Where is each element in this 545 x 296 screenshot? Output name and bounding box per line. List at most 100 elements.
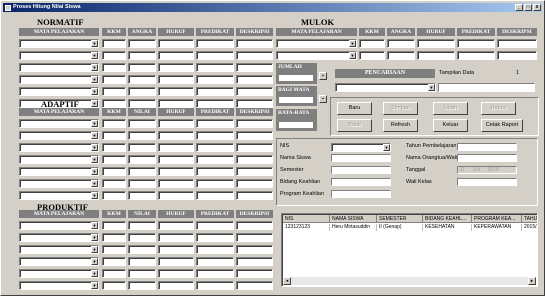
chevron-down-icon[interactable]: ▼	[91, 52, 98, 59]
chevron-down-icon[interactable]: ▼	[91, 222, 98, 229]
normatif-value-cell[interactable]	[102, 99, 126, 108]
grid-column-header[interactable]: NAMA SISWA	[330, 215, 377, 223]
adaptif-value-cell[interactable]	[236, 119, 273, 128]
adaptif-value-cell[interactable]	[128, 191, 156, 200]
grid-cell[interactable]: II (Genap)	[377, 224, 423, 231]
chevron-down-icon[interactable]: ▼	[91, 156, 98, 163]
adaptif-value-cell[interactable]	[158, 179, 194, 188]
adaptif-value-cell[interactable]	[158, 191, 194, 200]
search-input[interactable]	[438, 83, 535, 92]
adaptif-value-cell[interactable]	[158, 167, 194, 176]
produktif-subject-combo[interactable]: ▼	[19, 281, 99, 290]
produktif-subject-combo[interactable]: ▼	[19, 257, 99, 266]
adaptif-value-cell[interactable]	[158, 131, 194, 140]
adaptif-value-cell[interactable]	[158, 143, 194, 152]
chevron-down-icon[interactable]: ▼	[91, 132, 98, 139]
tanggal-picker[interactable]: 11 Juli 2016	[457, 166, 517, 174]
adaptif-value-cell[interactable]	[196, 167, 234, 176]
normatif-value-cell[interactable]	[102, 75, 126, 84]
grid-column-header[interactable]: SEMESTER	[377, 215, 423, 223]
normatif-value-cell[interactable]	[158, 39, 194, 48]
adaptif-value-cell[interactable]	[236, 191, 273, 200]
grid-cell[interactable]: Heru Mirtasuddin	[330, 224, 377, 231]
nis-combo[interactable]: ▼	[331, 143, 391, 152]
produktif-value-cell[interactable]	[236, 257, 273, 266]
chevron-down-icon[interactable]: ▼	[91, 120, 98, 127]
normatif-value-cell[interactable]	[236, 63, 273, 72]
adaptif-value-cell[interactable]	[196, 143, 234, 152]
scroll-left-icon[interactable]: ◄	[283, 277, 291, 285]
produktif-value-cell[interactable]	[158, 269, 194, 278]
chevron-down-icon[interactable]: ▼	[91, 258, 98, 265]
normatif-value-cell[interactable]	[128, 51, 156, 60]
grid-column-header[interactable]: BIDANG KEAHL...	[423, 215, 472, 223]
chevron-down-icon[interactable]: ▼	[91, 282, 98, 289]
grid-column-header[interactable]: NIS	[283, 215, 330, 223]
produktif-value-cell[interactable]	[158, 257, 194, 266]
mulok-value-cell[interactable]	[457, 39, 495, 48]
produktif-value-cell[interactable]	[196, 245, 234, 254]
adaptif-subject-combo[interactable]: ▼	[19, 179, 99, 188]
normatif-value-cell[interactable]	[196, 51, 234, 60]
walikelas-field[interactable]	[457, 178, 517, 186]
adaptif-value-cell[interactable]	[158, 155, 194, 164]
produktif-value-cell[interactable]	[196, 221, 234, 230]
produktif-subject-combo[interactable]: ▼	[19, 221, 99, 230]
produktif-value-cell[interactable]	[196, 281, 234, 290]
chevron-down-icon[interactable]: ▼	[91, 246, 98, 253]
adaptif-value-cell[interactable]	[102, 179, 126, 188]
grid-cell[interactable]: KESEHATAN	[423, 224, 472, 231]
adaptif-subject-combo[interactable]: ▼	[19, 131, 99, 140]
produktif-value-cell[interactable]	[158, 245, 194, 254]
produktif-value-cell[interactable]	[236, 245, 273, 254]
chevron-down-icon[interactable]: ▼	[91, 100, 98, 107]
grid-column-header[interactable]: PROGRAM KEA...	[472, 215, 522, 223]
adaptif-subject-combo[interactable]: ▼	[19, 191, 99, 200]
produktif-value-cell[interactable]	[236, 233, 273, 242]
produktif-value-cell[interactable]	[128, 245, 156, 254]
chevron-down-icon[interactable]: ▼	[91, 88, 98, 95]
normatif-value-cell[interactable]	[196, 39, 234, 48]
normatif-value-cell[interactable]	[196, 63, 234, 72]
chevron-down-icon[interactable]: ▼	[91, 270, 98, 277]
grid-column-header[interactable]: TAHU	[522, 215, 537, 223]
bidang-field[interactable]	[331, 178, 391, 186]
produktif-value-cell[interactable]	[128, 269, 156, 278]
adaptif-value-cell[interactable]	[128, 155, 156, 164]
produktif-subject-combo[interactable]: ▼	[19, 233, 99, 242]
produktif-value-cell[interactable]	[158, 221, 194, 230]
adaptif-value-cell[interactable]	[196, 179, 234, 188]
adaptif-subject-combo[interactable]: ▼	[19, 143, 99, 152]
adaptif-subject-combo[interactable]: ▼	[19, 155, 99, 164]
chevron-down-icon[interactable]: ▼	[91, 40, 98, 47]
produktif-value-cell[interactable]	[196, 233, 234, 242]
adaptif-value-cell[interactable]	[196, 155, 234, 164]
horizontal-scrollbar[interactable]: ◄ ►	[283, 277, 536, 285]
mulok-value-cell[interactable]	[359, 51, 385, 60]
adaptif-value-cell[interactable]	[102, 131, 126, 140]
adaptif-value-cell[interactable]	[102, 119, 126, 128]
mulok-value-cell[interactable]	[417, 51, 455, 60]
minimize-button[interactable]: _	[515, 4, 523, 11]
normatif-value-cell[interactable]	[158, 75, 194, 84]
adaptif-value-cell[interactable]	[236, 179, 273, 188]
chevron-down-icon[interactable]: ▼	[349, 52, 356, 59]
normatif-value-cell[interactable]	[236, 51, 273, 60]
adaptif-subject-combo[interactable]: ▼	[19, 119, 99, 128]
nama-siswa-field[interactable]	[331, 154, 391, 162]
mulok-subject-combo[interactable]: ▼	[276, 51, 357, 60]
produktif-value-cell[interactable]	[128, 233, 156, 242]
normatif-value-cell[interactable]	[128, 75, 156, 84]
produktif-value-cell[interactable]	[102, 257, 126, 266]
orangtua-field[interactable]	[457, 154, 517, 162]
adaptif-value-cell[interactable]	[196, 191, 234, 200]
produktif-value-cell[interactable]	[158, 233, 194, 242]
chevron-down-icon[interactable]: ▼	[349, 40, 356, 47]
normatif-value-cell[interactable]	[158, 63, 194, 72]
adaptif-value-cell[interactable]	[128, 119, 156, 128]
adaptif-value-cell[interactable]	[236, 143, 273, 152]
chevron-down-icon[interactable]: ▼	[91, 76, 98, 83]
adaptif-value-cell[interactable]	[128, 179, 156, 188]
mulok-value-cell[interactable]	[387, 39, 415, 48]
chevron-down-icon[interactable]: ▼	[383, 144, 390, 151]
